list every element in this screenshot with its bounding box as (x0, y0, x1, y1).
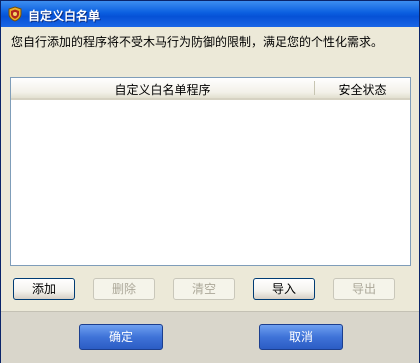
title-bar[interactable]: 自定义白名单 (1, 1, 419, 27)
dialog-footer: 确定 取消 (1, 311, 419, 363)
column-header-status[interactable]: 安全状态 (315, 81, 410, 98)
shield-icon (8, 6, 22, 22)
column-header-program[interactable]: 自定义白名单程序 (11, 81, 314, 98)
whitelist-dialog: 自定义白名单 您自行添加的程序将不受木马行为防御的限制，满足您的个性化需求。 自… (0, 0, 420, 363)
import-button[interactable]: 导入 (253, 278, 315, 300)
ok-button[interactable]: 确定 (79, 324, 163, 350)
table-header: 自定义白名单程序 安全状态 (11, 78, 410, 100)
clear-button[interactable]: 清空 (173, 278, 235, 300)
whitelist-table[interactable]: 自定义白名单程序 安全状态 (10, 77, 411, 266)
export-button[interactable]: 导出 (333, 278, 395, 300)
description-text: 您自行添加的程序将不受木马行为防御的限制，满足您的个性化需求。 (11, 35, 384, 49)
add-button[interactable]: 添加 (13, 278, 75, 300)
delete-button[interactable]: 删除 (93, 278, 155, 300)
cancel-button[interactable]: 取消 (259, 324, 343, 350)
window-title: 自定义白名单 (28, 9, 101, 23)
